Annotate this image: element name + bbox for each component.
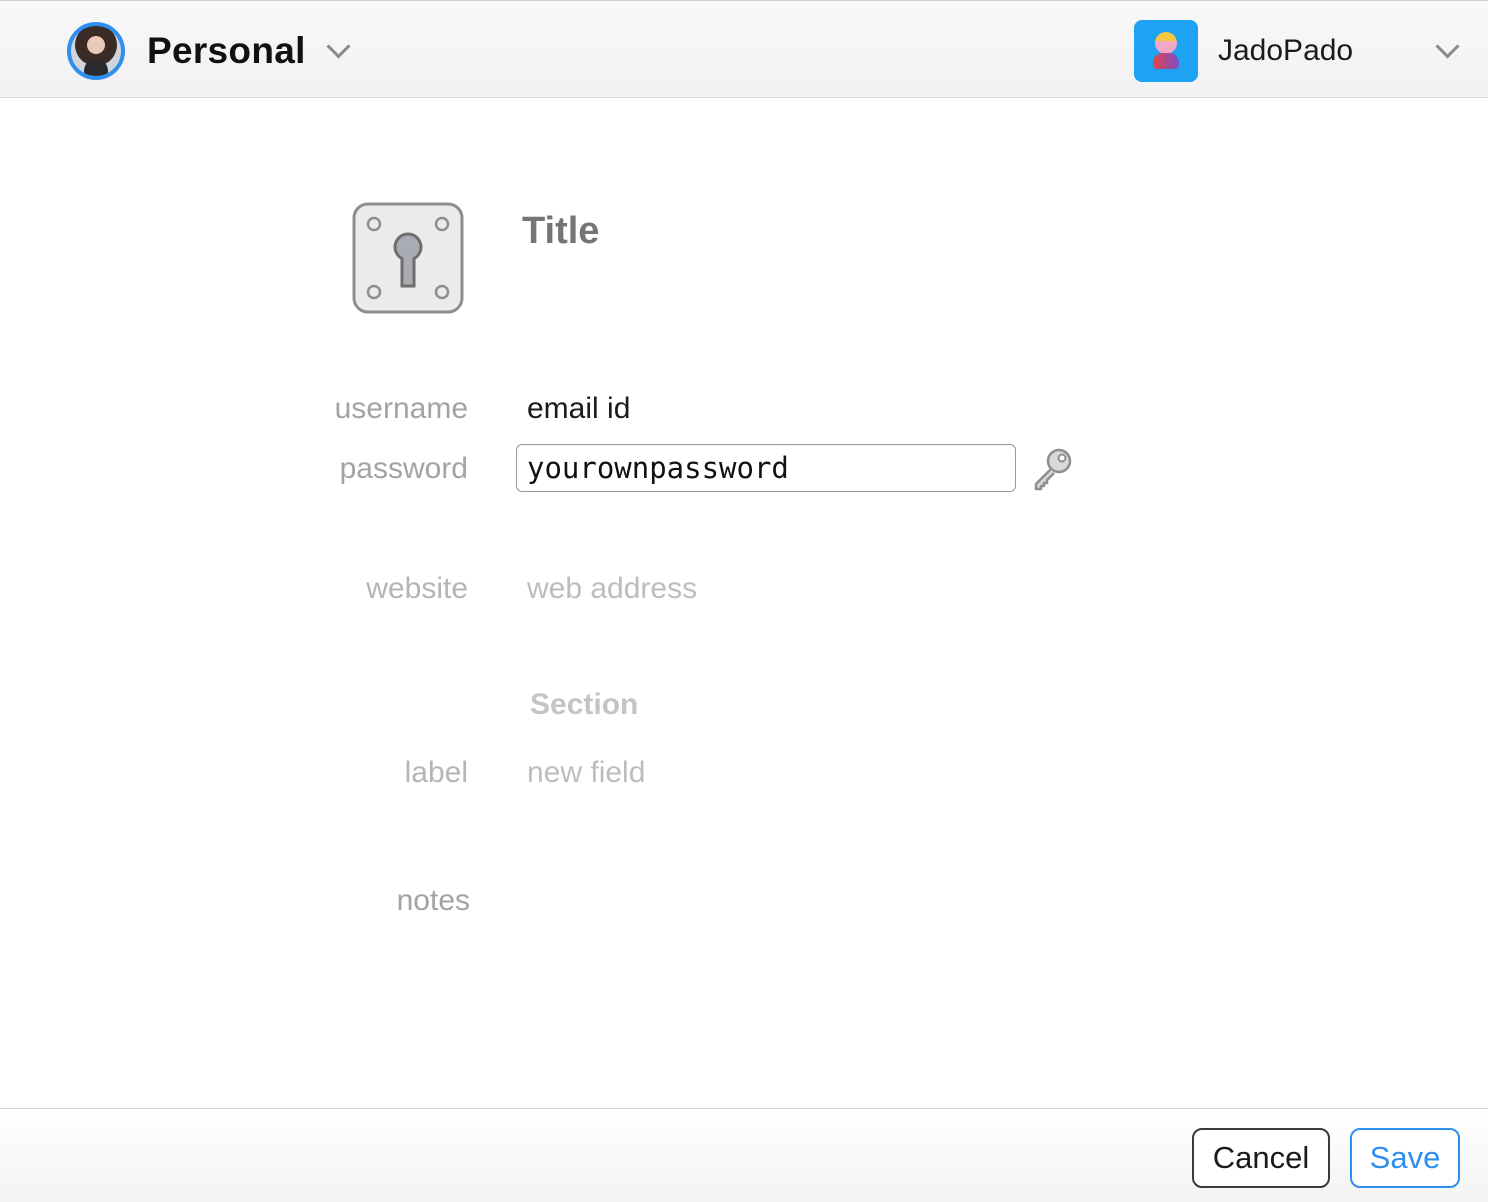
- chevron-down-icon: [326, 33, 351, 59]
- username-label: username: [334, 392, 468, 425]
- key-icon[interactable]: [1030, 446, 1076, 492]
- cancel-button[interactable]: Cancel: [1192, 1128, 1330, 1188]
- login-item-icon[interactable]: [352, 202, 464, 314]
- section-title[interactable]: Section: [530, 688, 638, 722]
- notes-input[interactable]: [527, 880, 1227, 1040]
- header-bar: Personal JadoPado: [0, 0, 1488, 98]
- account-switcher[interactable]: JadoPado: [1134, 20, 1474, 82]
- website-input[interactable]: web address: [527, 572, 697, 606]
- account-icon: [1134, 20, 1198, 82]
- save-button[interactable]: Save: [1350, 1128, 1460, 1188]
- title-input[interactable]: [522, 210, 1022, 253]
- vault-switcher[interactable]: Personal: [67, 18, 351, 84]
- username-field[interactable]: email id: [527, 392, 630, 426]
- chevron-down-icon: [1435, 34, 1460, 59]
- account-name: JadoPado: [1218, 34, 1354, 67]
- website-label: website: [366, 572, 468, 605]
- password-label: password: [339, 452, 468, 485]
- vault-name: Personal: [147, 30, 306, 71]
- vault-avatar: [67, 22, 125, 80]
- new-login-item-window: Personal JadoPado username email id pass…: [0, 0, 1488, 1202]
- notes-label: notes: [396, 884, 470, 917]
- password-field[interactable]: yourownpassword: [516, 444, 1016, 492]
- custom-field-label[interactable]: label: [268, 756, 468, 790]
- custom-field-input[interactable]: new field: [527, 756, 645, 790]
